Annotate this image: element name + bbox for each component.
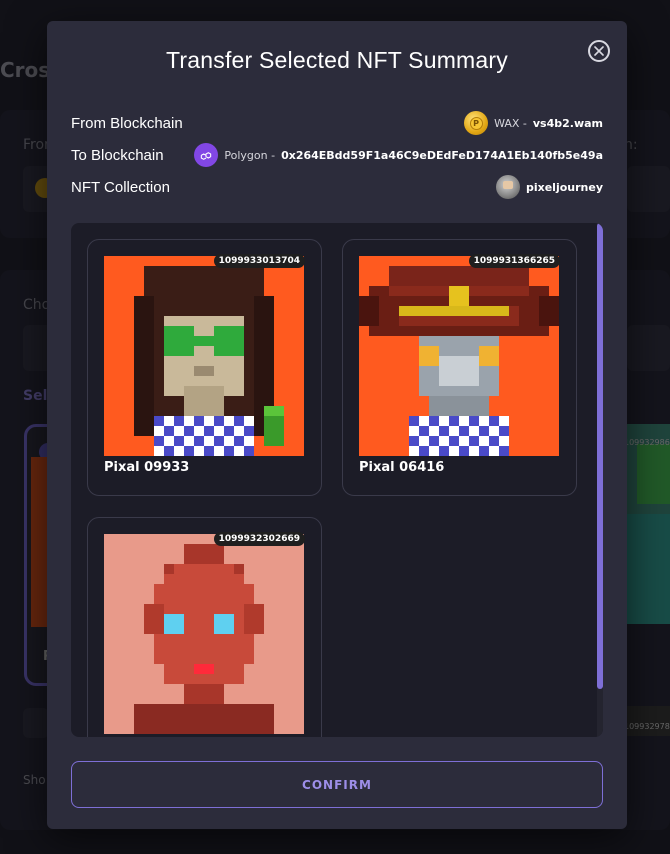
from-blockchain-row: From Blockchain P WAX - vs4b2.wam — [71, 111, 603, 135]
from-account: vs4b2.wam — [532, 116, 603, 130]
wax-coin-icon: P — [464, 111, 489, 135]
nft-card[interactable]: 1099933013704 Pixal 09933 — [87, 239, 322, 496]
nft-id-badge: 1099932302669 — [213, 532, 305, 546]
nft-id-badge: 1099931366265 — [468, 254, 560, 268]
nft-gallery: 1099933013704 Pixal 09933 1099931366265 … — [71, 223, 603, 737]
nft-image — [104, 256, 304, 456]
confirm-button[interactable]: CONFIRM — [71, 761, 603, 808]
scrollbar-thumb[interactable] — [597, 223, 603, 689]
gallery-scrollbar[interactable] — [597, 223, 603, 737]
nft-collection-label: NFT Collection — [71, 178, 170, 196]
to-blockchain-value: Polygon - 0x264EBdd59F1a46C9eDEdFeD174A1… — [194, 143, 603, 167]
from-blockchain-value: P WAX - vs4b2.wam — [464, 111, 603, 135]
modal-title: Transfer Selected NFT Summary — [166, 47, 508, 73]
to-chain-name: Polygon - — [224, 148, 276, 162]
nft-image — [104, 534, 304, 734]
transfer-summary-modal: Transfer Selected NFT Summary From Block… — [47, 21, 627, 829]
to-blockchain-row: To Blockchain Polygon - 0x264EBdd59F1a46… — [71, 143, 603, 167]
from-blockchain-label: From Blockchain — [71, 114, 183, 132]
nft-collection-row: NFT Collection pixeljourney — [71, 175, 603, 199]
nft-name: Pixal 06416 — [359, 460, 445, 475]
close-icon[interactable] — [588, 40, 610, 62]
to-address: 0x264EBdd59F1a46C9eDEdFeD174A1Eb140fb5e4… — [281, 148, 603, 162]
collection-name: pixeljourney — [525, 180, 603, 194]
nft-collection-value: pixeljourney — [495, 175, 603, 199]
polygon-icon — [194, 143, 219, 167]
pixeljourney-avatar-icon — [495, 175, 520, 199]
nft-card[interactable]: 1099931366265 Pixal 06416 — [342, 239, 577, 496]
nft-id-badge: 1099933013704 — [213, 254, 305, 268]
nft-card[interactable]: 1099932302669 — [87, 517, 322, 737]
nft-image — [359, 256, 559, 456]
to-blockchain-label: To Blockchain — [71, 146, 164, 164]
from-chain-name: WAX - — [494, 116, 527, 130]
nft-name: Pixal 09933 — [104, 460, 190, 475]
